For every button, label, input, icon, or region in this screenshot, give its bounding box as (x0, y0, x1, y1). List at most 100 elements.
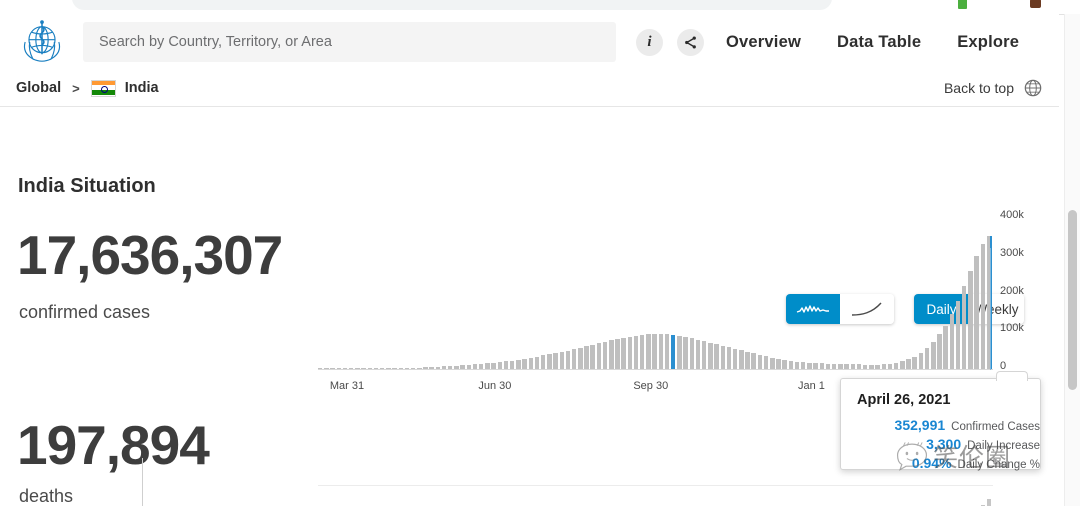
nav-data-table[interactable]: Data Table (837, 33, 921, 52)
tooltip-key: Confirmed Cases (951, 421, 1040, 433)
chart-bar[interactable] (695, 339, 701, 369)
chart-bar[interactable] (739, 350, 744, 369)
x-axis-tick-label: Sep 30 (633, 380, 669, 392)
chart-bar[interactable] (900, 361, 905, 369)
chart-bar[interactable] (776, 358, 781, 369)
search-box[interactable] (83, 21, 616, 63)
breadcrumb-country[interactable]: India (125, 80, 159, 96)
chart-bar[interactable] (955, 301, 961, 369)
chart-bar[interactable] (794, 361, 800, 369)
cases-bar-chart[interactable] (318, 218, 993, 370)
chart-bar[interactable] (788, 361, 794, 369)
chart-bar[interactable] (609, 340, 614, 369)
chart-bar[interactable] (596, 343, 602, 369)
scrollbar-thumb[interactable] (1068, 210, 1077, 390)
chart-bar[interactable] (974, 255, 979, 369)
chart-bar[interactable] (590, 344, 595, 369)
nav-explore[interactable]: Explore (957, 33, 1019, 52)
deaths-label: deaths (19, 486, 74, 506)
chart-bar[interactable] (924, 347, 930, 369)
chart-bar[interactable] (962, 285, 967, 369)
chart-bar[interactable] (726, 347, 732, 369)
chart-bar[interactable] (534, 356, 540, 369)
deaths-bar-chart[interactable] (318, 470, 993, 506)
chart-bar[interactable] (528, 357, 533, 369)
chart-bar[interactable] (943, 325, 948, 369)
chart-bar[interactable] (547, 354, 552, 369)
back-to-top-button[interactable]: Back to top (944, 78, 1043, 98)
chart-bar[interactable] (980, 244, 986, 369)
chart-bar[interactable] (565, 350, 571, 369)
chart-bar[interactable] (540, 355, 546, 369)
chart-bar[interactable] (497, 362, 503, 369)
chart-bar[interactable] (714, 344, 719, 369)
chart-bar[interactable] (553, 353, 558, 369)
chart-bar[interactable] (621, 337, 626, 369)
browser-profile-icon[interactable] (1030, 0, 1041, 8)
tooltip-row: 352,991 Confirmed Cases (841, 417, 1040, 433)
chart-bar[interactable] (516, 359, 521, 369)
globe-icon[interactable] (1023, 78, 1043, 98)
chart-bar[interactable] (578, 347, 583, 369)
chart-bar[interactable] (522, 358, 527, 369)
chart-bar[interactable] (689, 338, 694, 369)
chart-bar[interactable] (912, 356, 917, 369)
x-axis-tick-label: Mar 31 (329, 380, 365, 392)
chart-bar[interactable] (559, 352, 564, 369)
chart-bar[interactable] (646, 334, 651, 369)
header-actions: i (636, 28, 718, 56)
breadcrumb: Global > India (16, 79, 159, 97)
breadcrumb-global[interactable]: Global (16, 80, 61, 96)
deaths-chart-bar[interactable] (986, 498, 992, 506)
chart-bar[interactable] (782, 359, 787, 369)
chart-bar[interactable] (640, 335, 645, 369)
chart-bar[interactable] (720, 345, 725, 369)
chart-bar[interactable] (658, 333, 664, 369)
search-input[interactable] (83, 21, 616, 63)
tooltip-row: 3,300 Daily Increase (841, 436, 1040, 452)
chart-bar[interactable] (757, 354, 763, 369)
chart-bar[interactable] (627, 336, 633, 369)
chart-bar-highlighted[interactable] (670, 334, 676, 369)
chart-bar[interactable] (677, 335, 682, 369)
chart-bar[interactable] (732, 348, 738, 369)
chart-bar[interactable] (503, 361, 509, 369)
browser-address-bar[interactable] (72, 0, 832, 10)
chart-bar[interactable] (701, 341, 707, 369)
chart-bar[interactable] (770, 357, 775, 369)
info-icon[interactable]: i (636, 28, 663, 56)
y-axis-tick-label: 300k (1000, 246, 1024, 259)
chart-tooltip: April 26, 2021 352,991 Confirmed Cases 3… (840, 371, 1041, 471)
chart-bar[interactable] (708, 342, 713, 369)
chart-bar[interactable] (652, 333, 657, 369)
chart-bar[interactable] (615, 338, 620, 369)
chart-y-axis: 0 100k 200k 300k 400k (1000, 209, 1060, 374)
tooltip-value: 352,991 (894, 417, 946, 433)
chart-bar[interactable] (745, 351, 750, 369)
browser-extension-icon[interactable] (958, 0, 967, 9)
chart-bar[interactable] (664, 333, 670, 369)
chart-bar[interactable] (602, 341, 608, 369)
chart-bar[interactable] (937, 334, 942, 369)
chart-baseline (318, 369, 993, 370)
x-axis-tick-label: Jun 30 (478, 380, 512, 392)
chart-bar[interactable] (633, 335, 639, 369)
chart-bar[interactable] (584, 346, 589, 369)
chart-bar[interactable] (949, 314, 955, 369)
site-header: i Overview Data Table Explore (0, 14, 1059, 70)
chart-bar[interactable] (801, 362, 806, 369)
chart-bar[interactable] (763, 356, 769, 369)
chart-bar[interactable] (918, 352, 924, 369)
share-icon[interactable] (677, 28, 704, 56)
chart-bar[interactable] (751, 353, 756, 369)
page-scrollbar[interactable] (1064, 14, 1080, 506)
chart-bar[interactable] (931, 341, 936, 369)
chart-bar[interactable] (683, 336, 688, 369)
chart-bar[interactable] (906, 359, 911, 369)
chart-bars (318, 218, 993, 369)
chart-bar[interactable] (571, 349, 577, 369)
chart-bar[interactable] (968, 270, 973, 369)
nav-overview[interactable]: Overview (726, 33, 801, 52)
tooltip-date: April 26, 2021 (857, 392, 951, 408)
chart-bar[interactable] (509, 360, 515, 369)
